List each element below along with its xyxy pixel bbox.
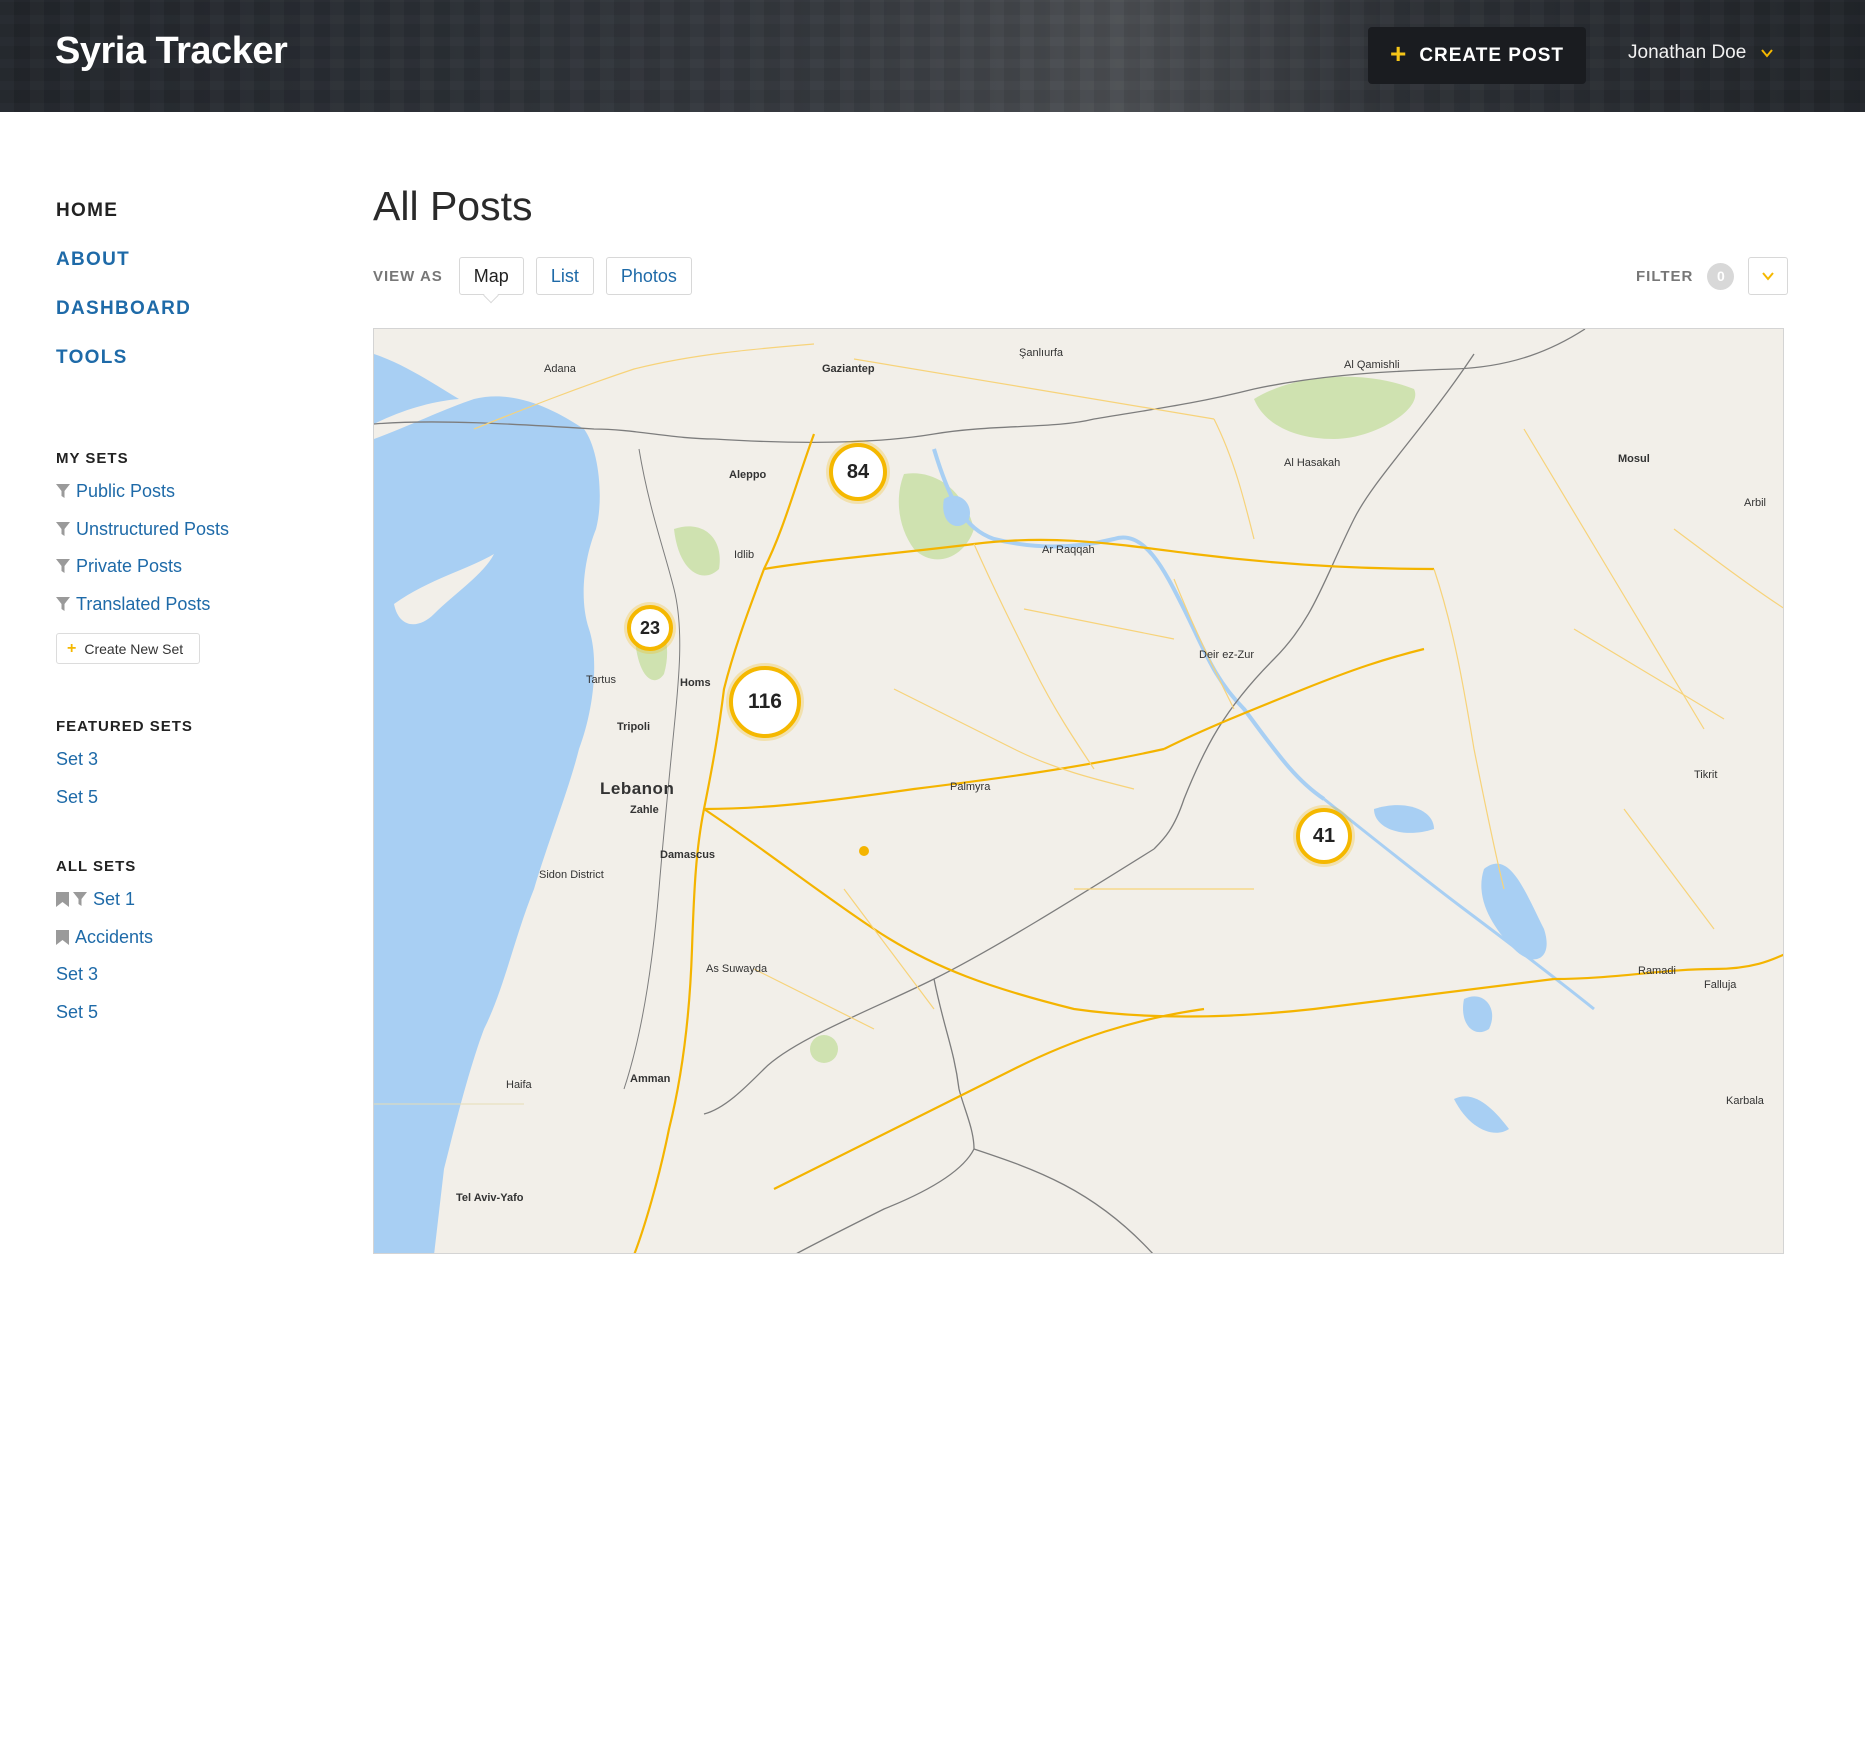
my-sets-title: MY SETS [56, 450, 129, 467]
set-label: Accidents [75, 926, 154, 947]
featured-set-item[interactable]: Set 3 [56, 749, 306, 787]
all-set-set-3[interactable]: Set 3 [56, 964, 306, 1002]
set-label: Private Posts [76, 556, 183, 576]
create-post-button[interactable]: + CREATE POST [1368, 27, 1586, 84]
page-title: All Posts [373, 183, 533, 229]
map-canvas [374, 329, 1783, 1253]
set-label: Unstructured Posts [76, 518, 230, 539]
sidebar: HOME ABOUT DASHBOARD TOOLS MY SETS Publi… [56, 200, 306, 1039]
featured-sets-title: FEATURED SETS [56, 718, 193, 735]
map-label-sanliurfa: Şanlıurfa [1019, 347, 1064, 359]
site-title[interactable]: Syria Tracker [55, 30, 288, 73]
set-label: Translated Posts [76, 593, 211, 614]
map-label-mosul: Mosul [1618, 453, 1650, 465]
all-set-set-5[interactable]: Set 5 [56, 1002, 306, 1040]
featured-set-item[interactable]: Set 5 [56, 787, 306, 825]
my-set-private-posts[interactable]: Private Posts [56, 556, 306, 594]
post-cluster-marker[interactable]: 41 [1296, 808, 1352, 864]
map-label-ar-raqqah: Ar Raqqah [1042, 544, 1095, 556]
map-label-adana: Adana [544, 363, 576, 375]
user-name: Jonathan Doe [1628, 42, 1747, 63]
map-label-gaziantep: Gaziantep [822, 363, 875, 375]
view-as-bar: VIEW AS Map List Photos [373, 257, 692, 295]
all-set-set-1[interactable]: Set 1 [56, 889, 306, 927]
map-label-falluja: Falluja [1704, 979, 1737, 991]
map-label-zahle: Zahle [630, 804, 659, 816]
map-label-deir: Deir ez-Zur [1199, 649, 1255, 661]
set-label: Public Posts [76, 481, 176, 501]
map-label-tripoli: Tripoli [617, 721, 650, 733]
bookmark-icon [56, 929, 69, 945]
map-label-tel-aviv: Tel Aviv-Yafo [456, 1192, 524, 1204]
post-cluster-marker[interactable]: 23 [627, 605, 673, 651]
map-label-damascus: Damascus [660, 849, 716, 861]
map-label-lebanon: Lebanon [600, 779, 675, 798]
my-sets-list: Public Posts Unstructured Posts Private … [56, 481, 306, 631]
map-label-homs: Homs [680, 677, 711, 689]
map-label-ramadi: Ramadi [1638, 965, 1676, 977]
map-label-karbala: Karbala [1726, 1095, 1764, 1107]
map-label-sidon: Sidon District [539, 869, 604, 881]
map-label-al-qamishli: Al Qamishli [1344, 359, 1400, 371]
post-cluster-marker[interactable]: 116 [729, 666, 801, 738]
my-set-translated-posts[interactable]: Translated Posts [56, 594, 306, 632]
view-list-button[interactable]: List [535, 257, 594, 295]
user-menu[interactable]: Jonathan Doe [1628, 42, 1774, 64]
set-label: Set 5 [56, 786, 99, 807]
plus-icon: + [1389, 38, 1408, 69]
featured-sets-list: Set 3 Set 5 [56, 749, 306, 824]
nav-about[interactable]: ABOUT [56, 249, 306, 271]
map-label-tikrit: Tikrit [1694, 769, 1718, 781]
funnel-icon [56, 484, 70, 498]
map-label-as-suwayda: As Suwayda [706, 963, 768, 975]
filter-count-badge: 0 [1707, 262, 1735, 290]
funnel-icon [56, 596, 70, 611]
set-label: Set 5 [56, 1001, 99, 1022]
funnel-icon [73, 892, 87, 906]
funnel-icon [56, 559, 70, 573]
map-label-palmyra: Palmyra [950, 781, 991, 793]
view-as-label: VIEW AS [373, 267, 443, 285]
map-label-amman: Amman [630, 1073, 671, 1085]
map-label-al-hasakah: Al Hasakah [1284, 457, 1341, 469]
map-label-idlib: Idlib [734, 549, 755, 561]
my-set-unstructured-posts[interactable]: Unstructured Posts [56, 519, 306, 557]
all-set-accidents[interactable]: Accidents [56, 927, 306, 965]
all-sets-title: ALL SETS [56, 858, 137, 875]
header-bar: Syria Tracker + CREATE POST Jonathan Doe [0, 0, 1865, 112]
view-map-button[interactable]: Map [458, 257, 524, 295]
posts-map[interactable]: Lebanon Aleppo Homs Damascus Mosul Ar Ra… [373, 328, 1784, 1254]
map-label-tartus: Tartus [586, 674, 616, 686]
bookmark-icon [56, 892, 69, 907]
funnel-icon [56, 521, 70, 536]
nav-dashboard[interactable]: DASHBOARD [56, 298, 306, 320]
my-set-public-posts[interactable]: Public Posts [56, 481, 306, 519]
set-label: Set 3 [56, 964, 99, 984]
create-post-label: CREATE POST [1419, 44, 1565, 66]
chevron-down-icon [1761, 49, 1774, 58]
nav-tools[interactable]: TOOLS [56, 347, 306, 369]
view-photos-button[interactable]: Photos [605, 257, 692, 295]
set-label: Set 3 [56, 749, 99, 769]
create-new-set-label: Create New Set [84, 640, 184, 657]
all-sets-list: Set 1 Accidents Set 3 Set 5 [56, 889, 306, 1039]
filter-control: FILTER 0 [1636, 257, 1789, 295]
chevron-down-icon [1762, 272, 1775, 281]
set-label: Set 1 [93, 889, 136, 909]
nav-home[interactable]: HOME [56, 200, 306, 222]
filter-label: FILTER [1636, 267, 1694, 285]
plus-icon: + [67, 639, 77, 657]
map-label-haifa: Haifa [506, 1079, 532, 1091]
map-label-aleppo: Aleppo [729, 469, 767, 481]
filter-dropdown-button[interactable] [1748, 257, 1789, 295]
post-cluster-marker[interactable]: 84 [829, 443, 887, 501]
map-label-arbil: Arbil [1744, 497, 1767, 509]
create-new-set-button[interactable]: + Create New Set [56, 633, 201, 664]
